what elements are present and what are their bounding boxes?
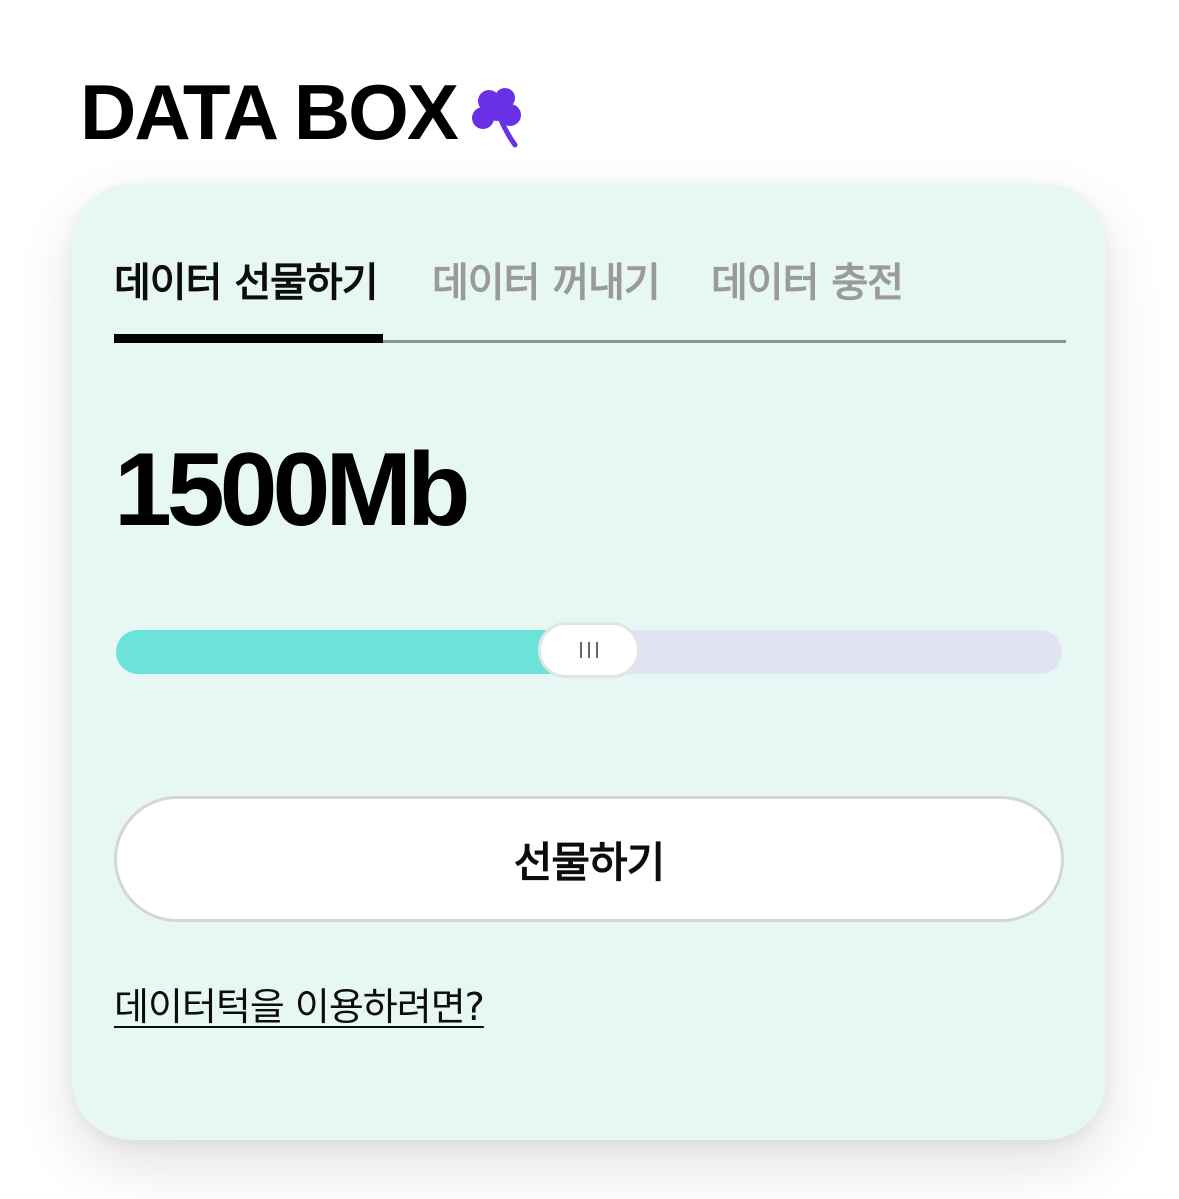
data-box-card: 데이터 선물하기 데이터 꺼내기 데이터 충전 1500Mb 선물하기 데이터턱…	[72, 184, 1106, 1140]
help-link[interactable]: 데이터턱을 이용하려면?	[114, 976, 485, 1031]
tab-data-withdraw[interactable]: 데이터 꺼내기	[432, 254, 661, 340]
tab-data-gift[interactable]: 데이터 선물하기	[114, 254, 383, 343]
amount-slider[interactable]	[116, 622, 1062, 678]
data-box-page: DATA BOX 데이터 선물하기 데이터 꺼내기 데이터 충전 1500Mb	[0, 0, 1179, 1199]
tab-bar: 데이터 선물하기 데이터 꺼내기 데이터 충전	[114, 254, 1066, 343]
brand-title: DATA BOX	[80, 68, 459, 156]
grip-icon	[580, 642, 598, 658]
brand-header: DATA BOX	[80, 72, 527, 152]
tab-data-charge[interactable]: 데이터 충전	[711, 254, 904, 340]
slider-thumb[interactable]	[538, 622, 640, 678]
gift-button[interactable]: 선물하기	[114, 796, 1064, 922]
data-amount: 1500Mb	[114, 432, 471, 548]
slider-fill	[116, 630, 589, 674]
clover-icon	[471, 87, 527, 149]
